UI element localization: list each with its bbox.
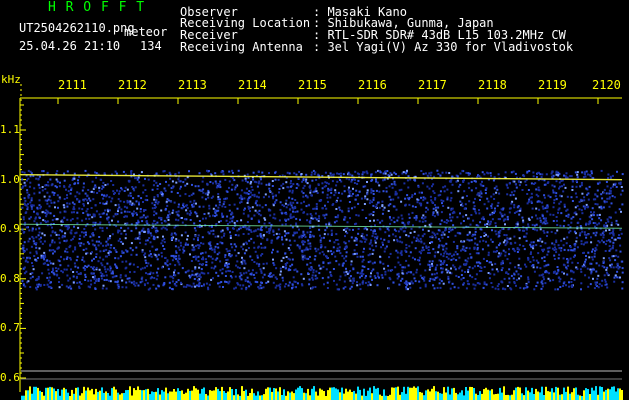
noise-band [21, 169, 624, 291]
power-strip [21, 386, 623, 400]
spectrogram [19, 84, 624, 400]
